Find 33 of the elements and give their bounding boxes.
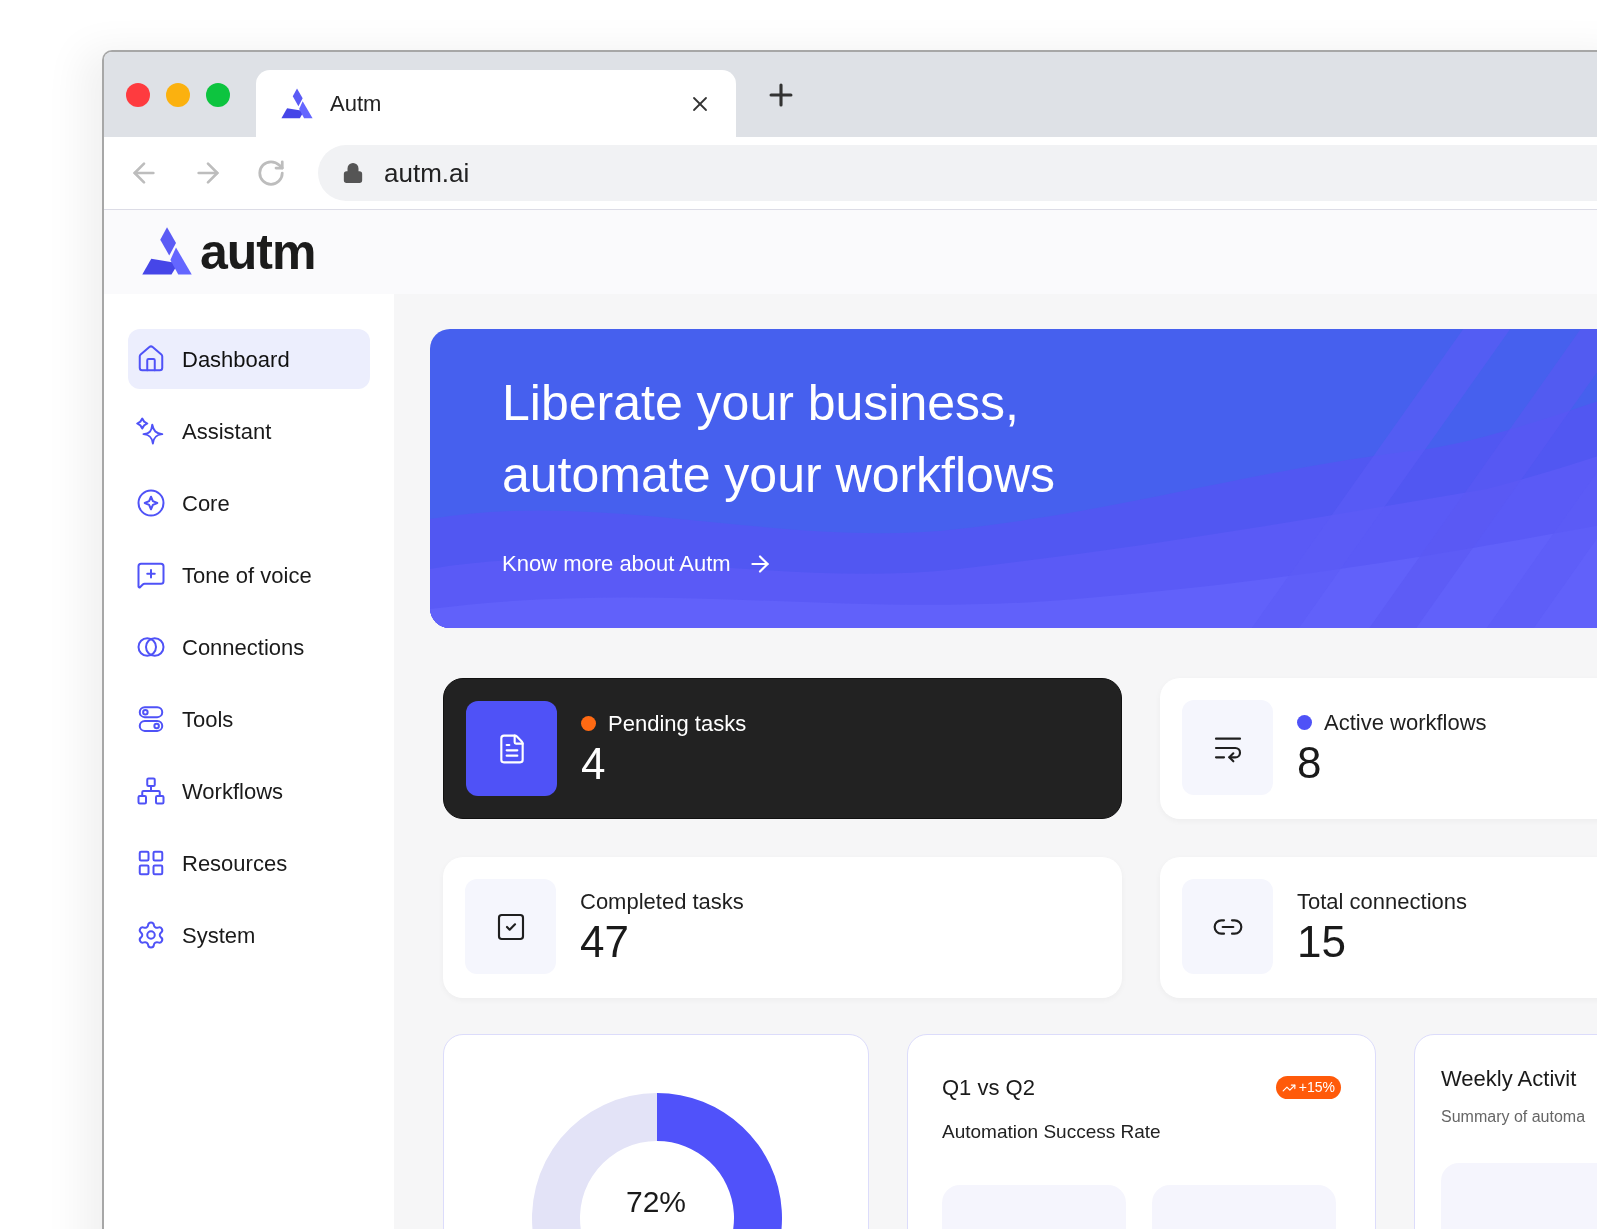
trend-badge: +15% — [1275, 1076, 1341, 1099]
diamond-circle-icon — [136, 488, 166, 518]
stat-label: Pending tasks — [608, 710, 747, 738]
stat-value: 8 — [1297, 739, 1323, 787]
settings-icon — [136, 920, 166, 950]
gauge-reading: 72% — [624, 1185, 687, 1219]
card-subtitle: Automation Success Rate — [942, 1120, 1162, 1144]
url-text: autm.ai — [384, 156, 470, 190]
tab-logo-icon — [280, 86, 314, 121]
card-subtitle: Summary of automa — [1441, 1107, 1587, 1127]
hierarchy-icon — [136, 776, 166, 806]
reload-icon[interactable] — [256, 158, 286, 188]
tab-title: Autm — [330, 90, 382, 118]
banner-title: Liberate your business, automate your workflows — [502, 374, 1056, 505]
url-field[interactable]: autm.ai — [318, 145, 1597, 201]
stat-label: Completed tasks — [580, 888, 744, 916]
browser-tab[interactable]: Autm — [256, 70, 736, 137]
toggles-icon — [136, 704, 166, 734]
home-icon — [136, 344, 166, 374]
stat-value: 15 — [1297, 918, 1347, 966]
stat-label: Active workflows — [1324, 709, 1487, 737]
stat-value: 47 — [580, 918, 630, 966]
card-title: Weekly Activit — [1441, 1065, 1578, 1093]
card-title: Q1 vs Q2 — [942, 1074, 1035, 1102]
stat-value: 4 — [581, 740, 607, 788]
lock-icon — [342, 162, 364, 184]
message-plus-icon — [136, 560, 166, 590]
logo-text: autm — [200, 227, 316, 277]
grid-icon — [136, 848, 166, 878]
stat-label: Total connections — [1297, 888, 1467, 916]
sparkle-icon — [136, 416, 166, 446]
know-more-link[interactable]: Know more about Autm — [502, 547, 773, 580]
sidebar-item[interactable]: Dashboard — [128, 329, 370, 389]
